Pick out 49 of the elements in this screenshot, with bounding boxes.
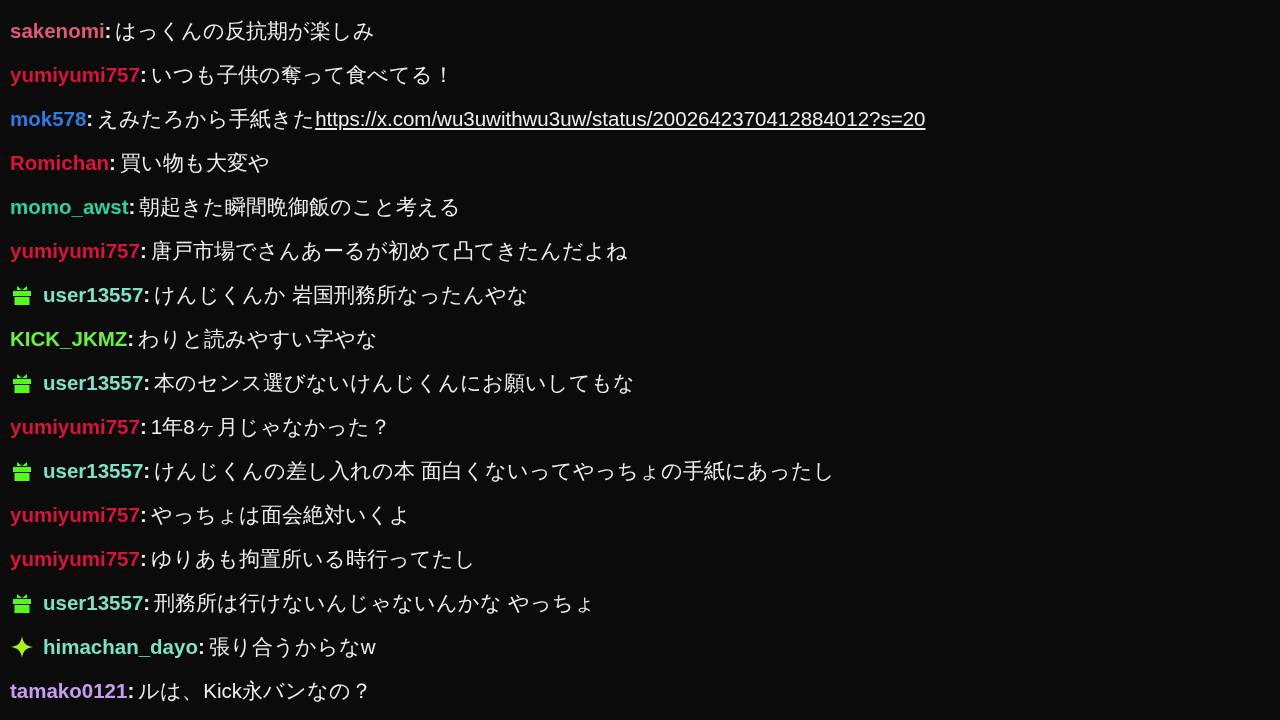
username[interactable]: yumiyumi757 — [10, 235, 140, 267]
message-text: けんじくんか 岩国刑務所なったんやな — [154, 281, 529, 308]
username[interactable]: momo_awst — [10, 191, 129, 223]
colon: : — [127, 677, 135, 704]
colon: : — [139, 61, 147, 88]
username[interactable]: KICK_JKMZ — [10, 323, 128, 355]
colon: : — [127, 325, 135, 352]
message-link[interactable]: https://x.com/wu3uwithwu3uw/status/2002642370412884012?s=20 — [315, 103, 926, 135]
colon: : — [104, 17, 112, 44]
message-text: やっちょは面会絶対いくよ — [150, 501, 411, 528]
message-text: わりと読みやすい字やな — [138, 325, 379, 352]
colon: : — [86, 105, 94, 132]
message-text: いつも子供の奪って食べてる！ — [150, 61, 454, 88]
message-text: 刑務所は行けないんじゃないんかな やっちょ — [154, 589, 596, 616]
colon: : — [143, 589, 151, 616]
colon: : — [197, 633, 205, 660]
username[interactable]: tamako0121 — [10, 675, 128, 707]
username[interactable]: user13557 — [43, 279, 144, 311]
message-text: 本のセンス選びないけんじくんにお願いしてもな — [154, 369, 636, 396]
username[interactable]: mok578 — [10, 103, 87, 135]
colon: : — [139, 545, 147, 572]
colon: : — [143, 369, 151, 396]
username[interactable]: yumiyumi757 — [10, 543, 140, 575]
username[interactable]: sakenomi — [10, 15, 105, 47]
username[interactable]: user13557 — [43, 455, 144, 487]
message-text: ルは、Kick永バンなの？ — [138, 677, 372, 704]
colon: : — [139, 237, 147, 264]
colon: : — [109, 149, 116, 176]
username[interactable]: user13557 — [43, 587, 144, 619]
username[interactable]: Romichan — [10, 147, 110, 179]
username[interactable]: yumiyumi757 — [10, 59, 140, 91]
message-text: はっくんの反抗期が楽しみ — [115, 17, 376, 44]
colon: : — [139, 413, 147, 440]
username[interactable]: himachan_dayo — [43, 631, 198, 663]
colon: : — [128, 193, 136, 220]
message-text: ゆりあも拘置所いる時行ってたし — [150, 545, 476, 572]
message-text: 買い物も大変や — [119, 149, 270, 176]
colon: : — [139, 501, 147, 528]
message-text: 朝起きた瞬間晩御飯のこと考える — [139, 193, 462, 220]
colon: : — [143, 281, 151, 308]
username[interactable]: user13557 — [43, 367, 144, 399]
message-text: 張り合うからなw — [208, 633, 376, 660]
colon: : — [143, 457, 151, 484]
message-text: えみたろから手紙きた — [97, 105, 316, 132]
message-text: 1年8ヶ月じゃなかった？ — [150, 413, 391, 440]
username[interactable]: yumiyumi757 — [10, 499, 140, 531]
message-text: 唐戸市場でさんあーるが初めて凸てきたんだよね — [150, 237, 628, 264]
message-text: けんじくんの差し入れの本 面白くないってやっちょの手紙にあったし — [154, 457, 835, 484]
username[interactable]: yumiyumi757 — [10, 411, 140, 443]
